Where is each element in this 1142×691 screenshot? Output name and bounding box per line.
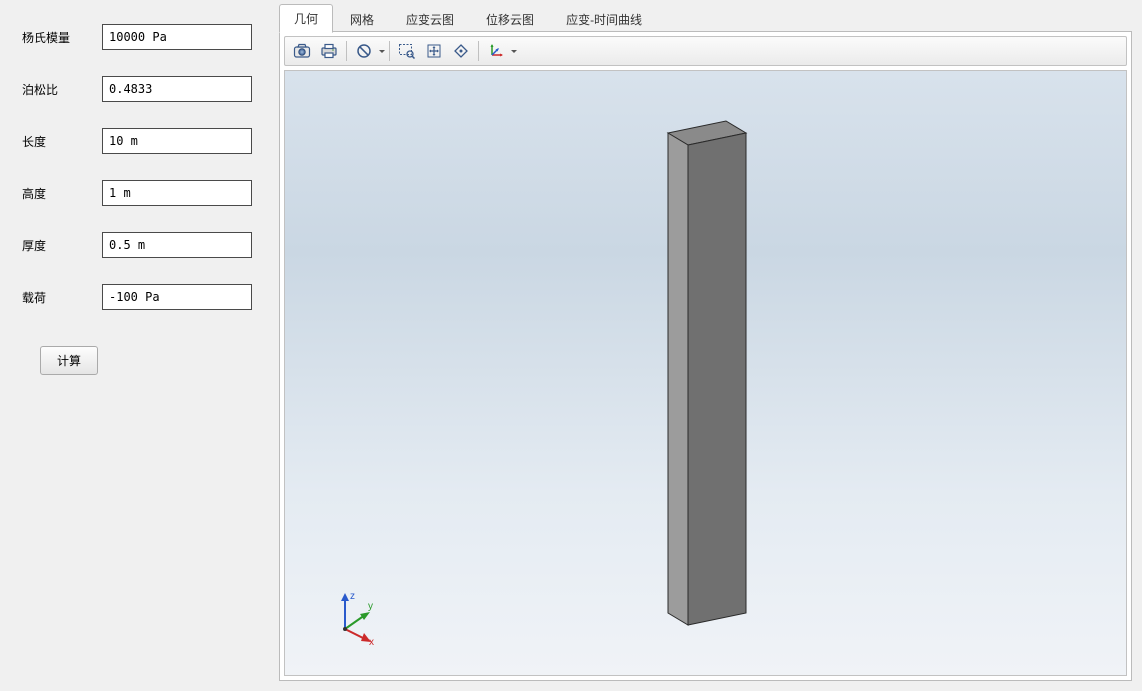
viewer-toolbar xyxy=(284,36,1127,66)
tab-mesh[interactable]: 网格 xyxy=(335,5,389,33)
poisson-label: 泊松比 xyxy=(22,81,102,98)
poisson-input[interactable] xyxy=(102,76,252,102)
youngs-modulus-input[interactable] xyxy=(102,24,252,50)
print-icon[interactable] xyxy=(316,39,342,63)
height-label: 高度 xyxy=(22,185,102,202)
load-input[interactable] xyxy=(102,284,252,310)
length-input[interactable] xyxy=(102,128,252,154)
triad-z-label: z xyxy=(350,591,355,602)
parameters-panel: 杨氏模量 泊松比 长度 高度 厚度 载荷 计算 xyxy=(0,0,275,691)
triad-x-label: x xyxy=(369,637,374,645)
tab-geometry[interactable]: 几何 xyxy=(279,4,333,33)
tab-strain-time-curve[interactable]: 应变-时间曲线 xyxy=(551,5,657,33)
toolbar-separator xyxy=(478,41,479,61)
form-row-length: 长度 xyxy=(22,128,265,154)
zoom-box-icon[interactable] xyxy=(394,39,420,63)
axes-triad: z y x xyxy=(325,585,385,645)
tab-strain-contour[interactable]: 应变云图 xyxy=(391,5,469,33)
tab-bar: 几何 网格 应变云图 位移云图 应变-时间曲线 xyxy=(279,6,1132,32)
form-row-load: 载荷 xyxy=(22,284,265,310)
toolbar-separator xyxy=(346,41,347,61)
youngs-modulus-label: 杨氏模量 xyxy=(22,29,102,46)
camera-icon[interactable] xyxy=(289,39,315,63)
triad-y-label: y xyxy=(368,601,373,612)
length-label: 长度 xyxy=(22,133,102,150)
form-row-height: 高度 xyxy=(22,180,265,206)
tab-displacement-contour[interactable]: 位移云图 xyxy=(471,5,549,33)
forbidden-dropdown[interactable] xyxy=(378,50,385,53)
thickness-input[interactable] xyxy=(102,232,252,258)
3d-viewport[interactable]: z y x xyxy=(284,70,1127,676)
visualization-panel: 几何 网格 应变云图 位移云图 应变-时间曲线 xyxy=(275,0,1142,691)
form-row-poisson: 泊松比 xyxy=(22,76,265,102)
axes-dropdown[interactable] xyxy=(510,50,517,53)
viewer-frame: z y x xyxy=(279,31,1132,681)
beam-geometry xyxy=(646,103,766,643)
thickness-label: 厚度 xyxy=(22,237,102,254)
axes-icon[interactable] xyxy=(483,39,509,63)
forbidden-icon[interactable] xyxy=(351,39,377,63)
rotate-icon[interactable] xyxy=(448,39,474,63)
load-label: 载荷 xyxy=(22,289,102,306)
form-row-youngs-modulus: 杨氏模量 xyxy=(22,24,265,50)
pan-icon[interactable] xyxy=(421,39,447,63)
form-row-thickness: 厚度 xyxy=(22,232,265,258)
height-input[interactable] xyxy=(102,180,252,206)
compute-button[interactable]: 计算 xyxy=(40,346,98,375)
toolbar-separator xyxy=(389,41,390,61)
